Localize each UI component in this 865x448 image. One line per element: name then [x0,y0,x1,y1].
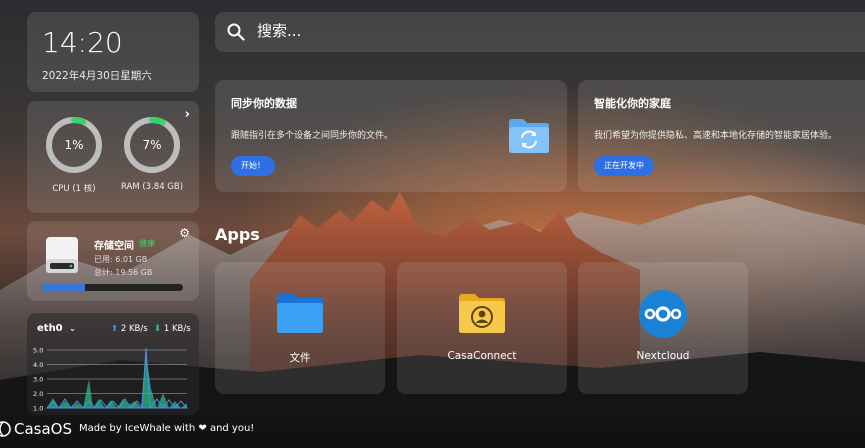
sync-card-title: 同步你的数据 [231,97,297,110]
upload-rate-value: 2 KB/s [120,324,148,334]
chart-gridlines [47,349,187,409]
made-by-suffix: and you! [209,423,255,434]
y-tick: 5.0 [33,347,43,355]
y-tick: 3.0 [33,376,43,384]
upload-series [45,347,189,410]
sync-card-description: 跟随指引在多个设备之间同步你的文件。 [231,131,394,141]
arrow-up-icon: ⬆ [111,324,119,334]
search-input[interactable] [255,21,819,41]
storage-status-badge: 健康 [139,239,155,248]
casaconnect-icon [459,294,505,333]
interface-name: eth0 [37,323,63,334]
app-tile-casaconnect[interactable]: CasaConnect [397,262,567,394]
search-bar[interactable] [215,12,865,52]
cpu-value: 1% [64,138,84,152]
brand-name: CasaOS [14,420,73,438]
made-by-text: Made by IceWhale with ❤ and you! [79,423,254,434]
y-tick: 4.0 [33,361,43,369]
ram-gauge: 7% [123,116,181,174]
disk-icon [46,237,78,273]
app-label: 文件 [289,352,311,364]
storage-title: 存储空间 [94,241,134,252]
storage-used: 已用: 6.01 GB [94,255,148,264]
app-label: CasaConnect [447,350,517,362]
cpu-gauge: 1% [45,116,103,174]
download-series [47,353,187,408]
gear-icon[interactable]: ⚙ [179,226,190,240]
storage-widget: ⚙ 存储空间 健康 已用: 6.01 GB 总计: 19.56 GB [27,221,199,301]
search-icon [227,23,245,41]
download-rate: ⬇ 1 KB/s [154,324,191,334]
app-tile-nextcloud[interactable]: Nextcloud [578,262,748,394]
sync-card: 同步你的数据 跟随指引在多个设备之间同步你的文件。 开始！ [215,80,567,192]
y-tick: 2.0 [33,390,43,398]
storage-usage-bar [41,284,183,291]
clock-time: 14:20 [42,26,123,59]
heart-icon: ❤ [198,423,207,434]
ram-label: RAM (3.84 GB) [120,182,184,192]
network-widget: eth0 ⌄ ⬆ 2 KB/s ⬇ 1 KB/s 5.0 4.0 3.0 2.0… [27,313,199,415]
chevron-down-icon: ⌄ [69,324,76,333]
network-interface-select[interactable]: eth0 ⌄ [37,323,76,334]
smart-home-card-description: 我们希望为你提供隐私、高速和本地化存储的智能家居体验。 [594,131,838,141]
download-rate-value: 1 KB/s [163,324,191,334]
folder-icon [277,294,323,333]
system-status-widget: › 1% CPU (1 核) 7% RAM (3.84 GB) [27,101,199,213]
nextcloud-icon [639,290,687,338]
start-sync-button[interactable]: 开始！ [231,156,275,176]
sync-folder-icon [509,119,549,153]
arrow-down-icon: ⬇ [154,324,162,334]
clock-date: 2022年4月30日星期六 [42,70,152,82]
chevron-right-icon[interactable]: › [185,107,190,122]
made-by-prefix: Made by IceWhale with [79,423,196,434]
network-traffic-chart: 5.0 4.0 3.0 2.0 1.0 [33,347,189,413]
smart-home-card: 智能化你的家庭 我们希望为你提供隐私、高速和本地化存储的智能家居体验。 正在开发… [578,80,865,192]
app-tile-files[interactable]: 文件 [215,262,385,394]
ram-value: 7% [142,138,162,152]
storage-usage-fill [41,284,85,291]
apps-section-title: Apps [215,225,260,244]
footer: CasaOS Made by IceWhale with ❤ and you! [0,412,865,448]
cpu-label: CPU (1 核) [52,184,96,194]
app-label: Nextcloud [636,350,690,362]
casaos-logo-icon [0,421,11,437]
smart-home-card-title: 智能化你的家庭 [594,97,671,110]
clock-widget: 14:20 2022年4月30日星期六 [27,12,199,92]
upload-rate: ⬆ 2 KB/s [111,324,148,334]
storage-total: 总计: 19.56 GB [94,268,153,277]
in-development-button[interactable]: 正在开发中 [594,156,654,176]
